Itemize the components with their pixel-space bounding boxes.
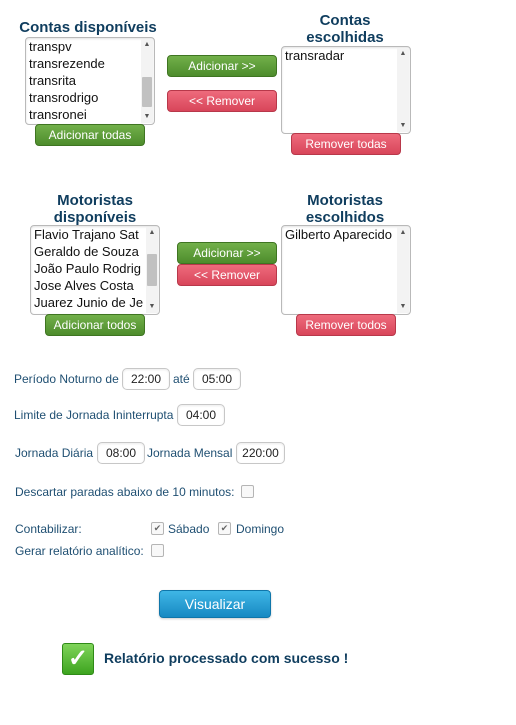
list-item[interactable]: transrodrigo	[29, 89, 140, 106]
domingo-checkbox[interactable]: ✔	[218, 522, 231, 535]
contas-remove-button[interactable]: << Remover	[167, 90, 277, 112]
list-item[interactable]: Juarez Junio de Je	[34, 294, 145, 311]
scroll-thumb[interactable]	[147, 254, 157, 286]
contas-add-button[interactable]: Adicionar >>	[167, 55, 277, 77]
motoristas-add-all-button[interactable]: Adicionar todos	[45, 314, 145, 336]
scrollbar[interactable]: ▲ ▼	[397, 227, 409, 313]
scroll-down-arrow-icon[interactable]: ▼	[397, 120, 409, 132]
list-item[interactable]: Flavio Trajano Sat	[34, 226, 145, 243]
motoristas-remove-button[interactable]: << Remover	[177, 264, 277, 286]
contabilizar-label: Contabilizar:	[15, 522, 82, 536]
contas-remove-all-button[interactable]: Remover todas	[291, 133, 401, 155]
scroll-up-arrow-icon[interactable]: ▲	[397, 48, 409, 60]
motoristas-remove-all-button[interactable]: Remover todos	[296, 314, 396, 336]
contas-available-list[interactable]: transpv transrezende transrita transrodr…	[25, 37, 155, 125]
jornada-diaria-field[interactable]: 08:00	[97, 442, 145, 464]
relatorio-analitico-checkbox[interactable]	[151, 544, 164, 557]
descartar-paradas-label: Descartar paradas abaixo de 10 minutos:	[15, 485, 235, 499]
contas-available-title: Contas disponíveis	[19, 19, 157, 36]
scroll-up-arrow-icon[interactable]: ▲	[141, 39, 153, 51]
jornada-mensal-label: Jornada Mensal	[147, 446, 233, 460]
limite-jornada-label: Limite de Jornada Ininterrupta	[14, 408, 174, 422]
domingo-label: Domingo	[236, 522, 285, 536]
motoristas-add-button[interactable]: Adicionar >>	[177, 242, 277, 264]
list-item[interactable]: transronei	[29, 106, 140, 123]
contas-chosen-list[interactable]: transradar ▲ ▼	[281, 46, 411, 134]
contas-chosen-title: Contas escolhidas	[306, 12, 384, 46]
list-item[interactable]: transrezende	[29, 55, 140, 72]
scroll-down-arrow-icon[interactable]: ▼	[141, 111, 153, 123]
scrollbar[interactable]: ▲ ▼	[146, 227, 158, 313]
list-item[interactable]: transrita	[29, 72, 140, 89]
list-item[interactable]: transradar	[285, 47, 396, 64]
scroll-thumb[interactable]	[142, 77, 152, 107]
scroll-up-arrow-icon[interactable]: ▲	[397, 227, 409, 239]
list-item[interactable]: Geraldo de Souza	[34, 243, 145, 260]
motoristas-chosen-title: Motoristas escolhidos	[305, 192, 385, 226]
jornada-mensal-field[interactable]: 220:00	[236, 442, 285, 464]
motoristas-available-list[interactable]: Flavio Trajano Sat Geraldo de Souza João…	[30, 225, 160, 315]
periodo-noturno-label: Período Noturno de	[14, 372, 119, 386]
contas-add-all-button[interactable]: Adicionar todas	[35, 124, 145, 146]
relatorio-analitico-label: Gerar relatório analítico:	[15, 544, 144, 558]
scroll-down-arrow-icon[interactable]: ▼	[146, 301, 158, 313]
motoristas-available-title: Motoristas disponíveis	[53, 192, 137, 226]
motoristas-chosen-list[interactable]: Gilberto Aparecido ▲ ▼	[281, 225, 411, 315]
success-message: Relatório processado com sucesso !	[104, 650, 349, 666]
sabado-label: Sábado	[168, 522, 210, 536]
periodo-to-field[interactable]: 05:00	[193, 368, 241, 390]
scrollbar[interactable]: ▲ ▼	[397, 48, 409, 132]
list-item[interactable]: Jose Alves Costa	[34, 277, 145, 294]
descartar-paradas-checkbox[interactable]	[241, 485, 254, 498]
list-item[interactable]: Gilberto Aparecido	[285, 226, 396, 243]
list-item[interactable]: João Paulo Rodrig	[34, 260, 145, 277]
visualizar-button[interactable]: Visualizar	[159, 590, 271, 618]
ate-label: até	[173, 372, 190, 386]
list-item[interactable]: transpv	[29, 38, 140, 55]
sabado-checkbox[interactable]: ✔	[151, 522, 164, 535]
scroll-up-arrow-icon[interactable]: ▲	[146, 227, 158, 239]
scroll-down-arrow-icon[interactable]: ▼	[397, 301, 409, 313]
limite-jornada-field[interactable]: 04:00	[177, 404, 225, 426]
scrollbar[interactable]: ▲ ▼	[141, 39, 153, 123]
jornada-diaria-label: Jornada Diária	[15, 446, 94, 460]
periodo-from-field[interactable]: 22:00	[122, 368, 170, 390]
checkmark-icon: ✓	[62, 643, 94, 675]
